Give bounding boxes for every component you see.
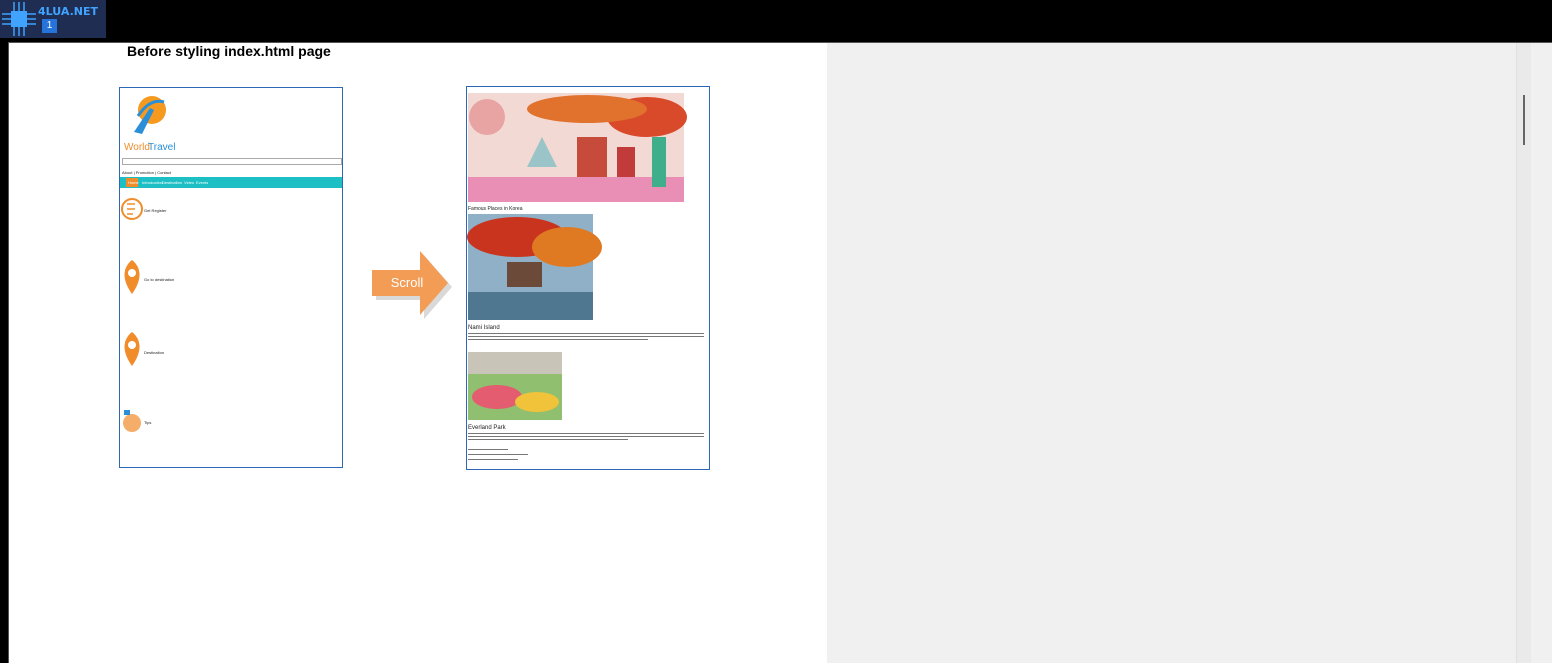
scrollbar-thumb[interactable] xyxy=(1523,95,1525,145)
empty-canvas xyxy=(827,43,1552,663)
site-name-world: World xyxy=(124,142,150,153)
screenshot-after-scroll: Famous Places in Korea Nami Island Everl… xyxy=(466,86,710,470)
brand-name: 4LUA.NET xyxy=(38,5,98,18)
scroll-label: Scroll xyxy=(390,275,424,290)
page-images xyxy=(467,93,704,460)
nav-destination[interactable]: Destination xyxy=(162,180,182,185)
site-name-travel: Travel xyxy=(148,142,176,153)
nav-home[interactable]: Home xyxy=(128,180,139,185)
section-heading: Famous Places in Korea xyxy=(468,206,523,212)
section-label: Go to destination xyxy=(144,277,175,282)
nav-video[interactable]: Video xyxy=(184,180,194,185)
top-bar: 4LUA.NET 1 xyxy=(0,0,1552,40)
nav-events[interactable]: Events xyxy=(196,180,208,185)
section-label: Get Register xyxy=(144,208,167,213)
vertical-scrollbar[interactable] xyxy=(1516,43,1531,663)
section-label: Destination xyxy=(144,350,165,355)
document-page: Before styling index.html page World Tra… xyxy=(35,43,835,663)
nav-introduction[interactable]: Introduction xyxy=(142,180,163,185)
brand-badge: 1 xyxy=(42,19,57,33)
circuit-icon xyxy=(0,0,38,38)
search-input[interactable] xyxy=(122,158,342,165)
screenshot-before-scroll: World Travel About | Promotion | Contact… xyxy=(119,87,343,468)
top-links: About | Promotion | Contact xyxy=(122,170,171,175)
brand-logo: 4LUA.NET 1 xyxy=(0,0,106,38)
page-heading: Before styling index.html page xyxy=(127,43,331,59)
document-window: Before styling index.html page World Tra… xyxy=(8,42,1552,663)
scroll-arrow: Scroll xyxy=(372,251,452,324)
place-title: Everland Park xyxy=(468,425,506,431)
place-title: Nami Island xyxy=(468,325,500,331)
section-label: Tips xyxy=(144,420,152,425)
